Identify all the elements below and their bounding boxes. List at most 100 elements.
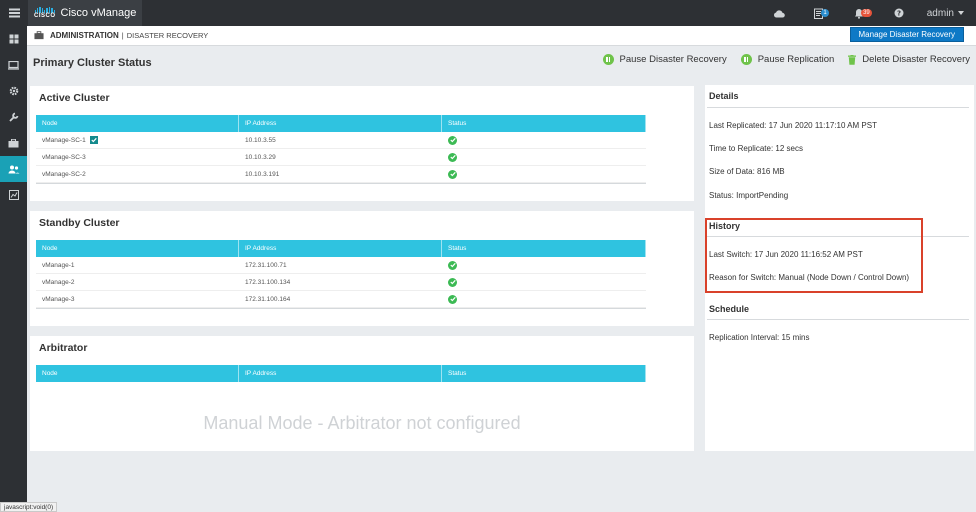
- node-ip: 10.10.3.29: [245, 153, 276, 161]
- column-ip-address[interactable]: IP Address: [239, 115, 442, 132]
- standby-cluster-table: Node IP Address Status vManage-1 172.31.…: [36, 240, 646, 309]
- details-title: Details: [709, 91, 739, 101]
- top-bar: CISCO Cisco vManage 1 39 ? admin: [0, 0, 976, 26]
- history-highlight-box: [705, 218, 923, 293]
- menu-icon[interactable]: [0, 0, 28, 26]
- status-ok-icon: [448, 277, 457, 287]
- active-cluster-panel: Active Cluster Node IP Address Status vM…: [30, 86, 694, 201]
- manage-disaster-recovery-button[interactable]: Manage Disaster Recovery: [849, 27, 964, 42]
- breadcrumb-separator: |: [121, 31, 124, 40]
- cloud-icon[interactable]: [759, 9, 799, 18]
- replication-interval: Replication Interval: 15 mins: [709, 333, 810, 342]
- arbitrator-title: Arbitrator: [39, 342, 88, 354]
- sidebar-tools[interactable]: [0, 104, 27, 130]
- sidebar: [0, 26, 27, 512]
- replication-status: Status: ImportPending: [709, 191, 789, 200]
- column-status[interactable]: Status: [442, 240, 646, 257]
- analytics-icon: [8, 190, 19, 200]
- checkmark-icon: [89, 136, 98, 144]
- dashboard-icon: [9, 34, 18, 44]
- table-header: Node IP Address Status: [36, 365, 646, 382]
- pause-icon: [740, 54, 752, 65]
- tasks-badge: 1: [821, 8, 829, 17]
- pause-replication-button[interactable]: Pause Replication: [740, 54, 834, 65]
- delete-disaster-recovery-button[interactable]: Delete Disaster Recovery: [848, 54, 970, 65]
- column-node[interactable]: Node: [36, 115, 239, 132]
- node-name: vManage-SC-3: [42, 153, 86, 161]
- table-header: Node IP Address Status: [36, 115, 646, 132]
- divider: [707, 319, 969, 320]
- node-ip: 172.31.100.134: [245, 278, 291, 286]
- status-ok-icon: [448, 169, 457, 179]
- svg-text:?: ?: [897, 10, 901, 18]
- divider: [707, 107, 969, 108]
- column-status[interactable]: Status: [442, 365, 646, 382]
- alerts-badge: 39: [861, 8, 872, 17]
- column-ip-address[interactable]: IP Address: [239, 240, 442, 257]
- node-name: vManage-3: [42, 295, 75, 303]
- brand[interactable]: CISCO Cisco vManage: [28, 0, 142, 26]
- pause-disaster-recovery-button[interactable]: Pause Disaster Recovery: [602, 54, 727, 65]
- status-ok-icon: [448, 260, 457, 270]
- standby-cluster-title: Standby Cluster: [39, 217, 120, 229]
- page-title: Primary Cluster Status: [33, 57, 152, 69]
- standby-cluster-panel: Standby Cluster Node IP Address Status v…: [30, 211, 694, 326]
- table-row[interactable]: vManage-SC-1 10.10.3.55: [36, 132, 646, 149]
- sidebar-maintenance[interactable]: [0, 130, 27, 156]
- size-of-data: Size of Data: 816 MB: [709, 167, 785, 176]
- status-ok-icon: [448, 152, 457, 162]
- user-name: admin: [926, 7, 954, 19]
- table-row[interactable]: vManage-SC-2 10.10.3.191: [36, 166, 646, 183]
- sidebar-monitor[interactable]: [0, 52, 27, 78]
- sidebar-dashboard[interactable]: [0, 26, 27, 52]
- node-ip: 172.31.100.164: [245, 295, 291, 303]
- column-status[interactable]: Status: [442, 115, 646, 132]
- bell-icon[interactable]: 39: [839, 8, 879, 19]
- app-title: Cisco vManage: [60, 7, 137, 19]
- schedule-title: Schedule: [709, 304, 750, 314]
- node-name: vManage-SC-1: [42, 136, 86, 144]
- node-ip: 10.10.3.191: [245, 170, 280, 178]
- help-icon[interactable]: ?: [879, 8, 919, 18]
- gear-icon: [9, 86, 18, 96]
- table-row[interactable]: vManage-3 172.31.100.164: [36, 291, 646, 308]
- table-row[interactable]: vManage-1 172.31.100.71: [36, 257, 646, 274]
- users-icon: [8, 165, 19, 173]
- node-ip: 172.31.100.71: [245, 261, 287, 269]
- active-cluster-title: Active Cluster: [39, 92, 110, 104]
- monitor-icon: [8, 60, 19, 70]
- arbitrator-empty-message: Manual Mode - Arbitrator not configured: [203, 413, 521, 433]
- node-name: vManage-1: [42, 261, 75, 269]
- tasks-icon[interactable]: 1: [799, 8, 839, 19]
- sidebar-configuration[interactable]: [0, 78, 27, 104]
- node-name: vManage-SC-2: [42, 170, 86, 178]
- table-row[interactable]: vManage-2 172.31.100.134: [36, 274, 646, 291]
- arbitrator-panel: Arbitrator Node IP Address Status Manual…: [30, 336, 694, 451]
- cisco-logo: CISCO: [34, 6, 56, 20]
- arbitrator-table: Node IP Address Status: [36, 365, 646, 382]
- briefcase-icon: [34, 31, 44, 40]
- briefcase-icon: [8, 138, 19, 147]
- node-name: vManage-2: [42, 278, 75, 286]
- table-header: Node IP Address Status: [36, 240, 646, 257]
- active-cluster-table: Node IP Address Status vManage-SC-1 10.1…: [36, 115, 646, 184]
- status-bar: javascript:void(0): [0, 502, 58, 512]
- column-ip-address[interactable]: IP Address: [239, 365, 442, 382]
- action-bar: Pause Disaster Recovery Pause Replicatio…: [602, 54, 970, 65]
- breadcrumb-section: ADMINISTRATION: [50, 31, 119, 40]
- status-ok-icon: [448, 135, 457, 145]
- user-menu[interactable]: admin: [919, 8, 976, 19]
- last-replicated: Last Replicated: 17 Jun 2020 11:17:10 AM…: [709, 121, 877, 130]
- sidebar-administration[interactable]: [0, 156, 27, 182]
- wrench-icon: [8, 112, 18, 122]
- node-ip: 10.10.3.55: [245, 136, 276, 144]
- column-node[interactable]: Node: [36, 240, 239, 257]
- breadcrumb-page: DISASTER RECOVERY: [126, 31, 209, 40]
- pause-icon: [602, 54, 614, 65]
- table-row[interactable]: vManage-SC-3 10.10.3.29: [36, 149, 646, 166]
- sidebar-analytics[interactable]: [0, 182, 27, 208]
- status-ok-icon: [448, 294, 457, 304]
- time-to-replicate: Time to Replicate: 12 secs: [709, 144, 803, 153]
- column-node[interactable]: Node: [36, 365, 239, 382]
- trash-icon: [848, 54, 857, 65]
